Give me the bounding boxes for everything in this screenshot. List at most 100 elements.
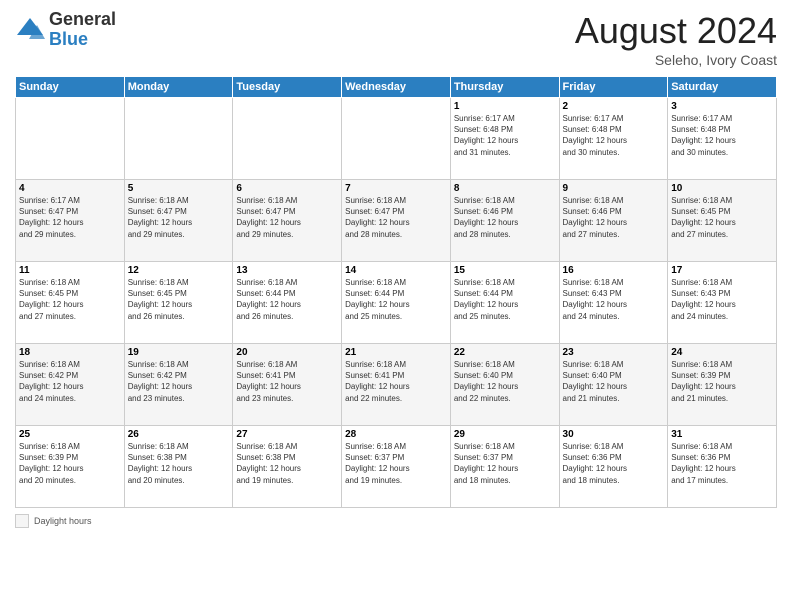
day-number: 2 (563, 101, 665, 112)
title-block: August 2024 Seleho, Ivory Coast (575, 10, 777, 68)
col-tuesday: Tuesday (233, 77, 342, 98)
calendar-cell: 17Sunrise: 6:18 AM Sunset: 6:43 PM Dayli… (668, 262, 777, 344)
day-info: Sunrise: 6:18 AM Sunset: 6:45 PM Dayligh… (671, 195, 773, 240)
day-number: 1 (454, 101, 556, 112)
day-number: 4 (19, 183, 121, 194)
calendar-cell (233, 98, 342, 180)
footer: Daylight hours (15, 514, 777, 528)
day-info: Sunrise: 6:18 AM Sunset: 6:38 PM Dayligh… (236, 441, 338, 486)
page: General Blue August 2024 Seleho, Ivory C… (0, 0, 792, 612)
calendar-cell: 27Sunrise: 6:18 AM Sunset: 6:38 PM Dayli… (233, 426, 342, 508)
col-wednesday: Wednesday (342, 77, 451, 98)
logo-blue-text: Blue (49, 30, 116, 50)
calendar-cell (16, 98, 125, 180)
day-number: 23 (563, 347, 665, 358)
col-friday: Friday (559, 77, 668, 98)
calendar-cell: 5Sunrise: 6:18 AM Sunset: 6:47 PM Daylig… (124, 180, 233, 262)
header: General Blue August 2024 Seleho, Ivory C… (15, 10, 777, 68)
day-number: 26 (128, 429, 230, 440)
day-number: 28 (345, 429, 447, 440)
calendar-cell: 3Sunrise: 6:17 AM Sunset: 6:48 PM Daylig… (668, 98, 777, 180)
day-info: Sunrise: 6:18 AM Sunset: 6:37 PM Dayligh… (345, 441, 447, 486)
day-number: 3 (671, 101, 773, 112)
logo-general-text: General (49, 10, 116, 30)
calendar-cell: 19Sunrise: 6:18 AM Sunset: 6:42 PM Dayli… (124, 344, 233, 426)
day-number: 22 (454, 347, 556, 358)
day-info: Sunrise: 6:18 AM Sunset: 6:43 PM Dayligh… (563, 277, 665, 322)
day-info: Sunrise: 6:18 AM Sunset: 6:47 PM Dayligh… (128, 195, 230, 240)
day-number: 18 (19, 347, 121, 358)
calendar-cell: 28Sunrise: 6:18 AM Sunset: 6:37 PM Dayli… (342, 426, 451, 508)
day-info: Sunrise: 6:18 AM Sunset: 6:39 PM Dayligh… (671, 359, 773, 404)
col-sunday: Sunday (16, 77, 125, 98)
logo: General Blue (15, 10, 116, 50)
day-number: 10 (671, 183, 773, 194)
calendar-table: Sunday Monday Tuesday Wednesday Thursday… (15, 76, 777, 508)
calendar-cell: 8Sunrise: 6:18 AM Sunset: 6:46 PM Daylig… (450, 180, 559, 262)
day-number: 6 (236, 183, 338, 194)
calendar-cell: 15Sunrise: 6:18 AM Sunset: 6:44 PM Dayli… (450, 262, 559, 344)
calendar-cell: 21Sunrise: 6:18 AM Sunset: 6:41 PM Dayli… (342, 344, 451, 426)
calendar-cell: 13Sunrise: 6:18 AM Sunset: 6:44 PM Dayli… (233, 262, 342, 344)
day-number: 11 (19, 265, 121, 276)
calendar-cell: 7Sunrise: 6:18 AM Sunset: 6:47 PM Daylig… (342, 180, 451, 262)
day-number: 8 (454, 183, 556, 194)
col-monday: Monday (124, 77, 233, 98)
day-info: Sunrise: 6:18 AM Sunset: 6:47 PM Dayligh… (236, 195, 338, 240)
calendar-cell: 9Sunrise: 6:18 AM Sunset: 6:46 PM Daylig… (559, 180, 668, 262)
calendar-week-2: 4Sunrise: 6:17 AM Sunset: 6:47 PM Daylig… (16, 180, 777, 262)
logo-icon (15, 15, 45, 45)
calendar-cell: 12Sunrise: 6:18 AM Sunset: 6:45 PM Dayli… (124, 262, 233, 344)
day-info: Sunrise: 6:18 AM Sunset: 6:44 PM Dayligh… (454, 277, 556, 322)
day-number: 5 (128, 183, 230, 194)
calendar-cell: 25Sunrise: 6:18 AM Sunset: 6:39 PM Dayli… (16, 426, 125, 508)
calendar-week-5: 25Sunrise: 6:18 AM Sunset: 6:39 PM Dayli… (16, 426, 777, 508)
day-number: 29 (454, 429, 556, 440)
calendar-cell: 14Sunrise: 6:18 AM Sunset: 6:44 PM Dayli… (342, 262, 451, 344)
calendar-cell: 4Sunrise: 6:17 AM Sunset: 6:47 PM Daylig… (16, 180, 125, 262)
day-info: Sunrise: 6:18 AM Sunset: 6:39 PM Dayligh… (19, 441, 121, 486)
calendar-cell: 30Sunrise: 6:18 AM Sunset: 6:36 PM Dayli… (559, 426, 668, 508)
day-info: Sunrise: 6:18 AM Sunset: 6:45 PM Dayligh… (19, 277, 121, 322)
calendar-week-1: 1 Sunrise: 6:17 AM Sunset: 6:48 PM Daylig… (16, 98, 777, 180)
calendar-cell: 11Sunrise: 6:18 AM Sunset: 6:45 PM Dayli… (16, 262, 125, 344)
day-number: 30 (563, 429, 665, 440)
calendar-title: August 2024 (575, 10, 777, 52)
calendar-cell: 29Sunrise: 6:18 AM Sunset: 6:37 PM Dayli… (450, 426, 559, 508)
calendar-cell: 1Sunrise: 6:17 AM Sunset: 6:48 PM Daylig… (450, 98, 559, 180)
calendar-header-row: Sunday Monday Tuesday Wednesday Thursday… (16, 77, 777, 98)
day-info: Sunrise: 6:17 AM Sunset: 6:47 PM Dayligh… (19, 195, 121, 240)
footer-legend-box (15, 514, 29, 528)
day-info: Sunrise: 6:18 AM Sunset: 6:47 PM Dayligh… (345, 195, 447, 240)
day-info: Sunrise: 6:18 AM Sunset: 6:41 PM Dayligh… (236, 359, 338, 404)
day-number: 19 (128, 347, 230, 358)
day-info: Sunrise: 6:18 AM Sunset: 6:38 PM Dayligh… (128, 441, 230, 486)
calendar-cell (342, 98, 451, 180)
day-number: 7 (345, 183, 447, 194)
calendar-cell: 6Sunrise: 6:18 AM Sunset: 6:47 PM Daylig… (233, 180, 342, 262)
footer-label: Daylight hours (34, 516, 92, 526)
calendar-cell: 20Sunrise: 6:18 AM Sunset: 6:41 PM Dayli… (233, 344, 342, 426)
day-number: 31 (671, 429, 773, 440)
day-info: Sunrise: 6:18 AM Sunset: 6:46 PM Dayligh… (563, 195, 665, 240)
day-info: Sunrise: 6:17 AM Sunset: 6:48 PM Dayligh… (563, 113, 665, 158)
day-number: 21 (345, 347, 447, 358)
day-number: 15 (454, 265, 556, 276)
day-number: 14 (345, 265, 447, 276)
calendar-cell: 24Sunrise: 6:18 AM Sunset: 6:39 PM Dayli… (668, 344, 777, 426)
day-info: Sunrise: 6:18 AM Sunset: 6:37 PM Dayligh… (454, 441, 556, 486)
day-number: 17 (671, 265, 773, 276)
col-thursday: Thursday (450, 77, 559, 98)
day-number: 13 (236, 265, 338, 276)
calendar-cell (124, 98, 233, 180)
day-info: Sunrise: 6:18 AM Sunset: 6:42 PM Dayligh… (128, 359, 230, 404)
day-number: 27 (236, 429, 338, 440)
calendar-cell: 10Sunrise: 6:18 AM Sunset: 6:45 PM Dayli… (668, 180, 777, 262)
day-info: Sunrise: 6:18 AM Sunset: 6:36 PM Dayligh… (563, 441, 665, 486)
day-info: Sunrise: 6:18 AM Sunset: 6:44 PM Dayligh… (345, 277, 447, 322)
day-number: 24 (671, 347, 773, 358)
logo-text: General Blue (49, 10, 116, 50)
calendar-cell: 26Sunrise: 6:18 AM Sunset: 6:38 PM Dayli… (124, 426, 233, 508)
calendar-cell: 16Sunrise: 6:18 AM Sunset: 6:43 PM Dayli… (559, 262, 668, 344)
calendar-cell: 23Sunrise: 6:18 AM Sunset: 6:40 PM Dayli… (559, 344, 668, 426)
